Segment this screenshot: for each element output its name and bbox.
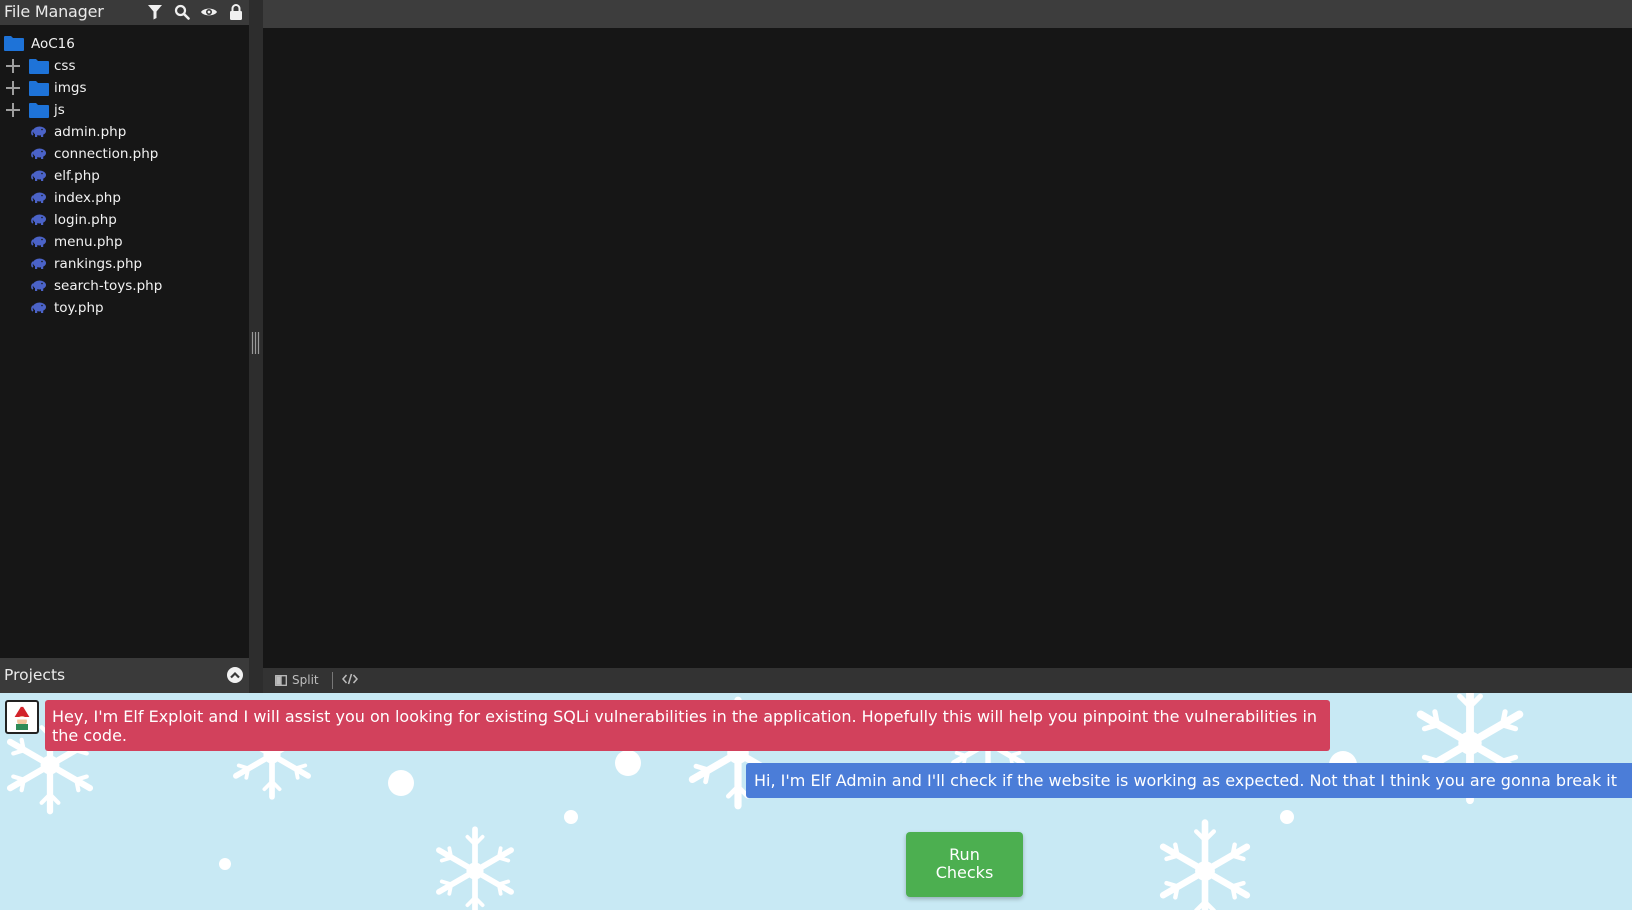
php-icon xyxy=(31,192,46,203)
chevron-up-icon[interactable] xyxy=(227,667,243,683)
php-icon xyxy=(31,170,46,181)
tree-file-label: rankings.php xyxy=(54,256,143,272)
tree-file-label: login.php xyxy=(54,212,117,228)
tree-file-label: admin.php xyxy=(54,124,127,140)
elf-admin-message: Hi, I'm Elf Admin and I'll check if the … xyxy=(746,763,1632,798)
resize-grip-icon[interactable] xyxy=(251,332,260,354)
editor-statusbar: Split xyxy=(263,668,1632,693)
expand-icon[interactable] xyxy=(4,79,22,97)
file-manager-header: File Manager xyxy=(0,0,249,25)
chat-panel: Hey, I'm Elf Exploit and I will assist y… xyxy=(0,693,1632,910)
tree-file-menu[interactable]: menu.php xyxy=(0,231,249,253)
tree-file-connection[interactable]: connection.php xyxy=(0,143,249,165)
php-icon xyxy=(31,236,46,247)
code-editor[interactable] xyxy=(263,28,1632,668)
php-icon xyxy=(31,258,46,269)
tree-file-admin[interactable]: admin.php xyxy=(0,121,249,143)
tree-file-label: toy.php xyxy=(54,300,104,316)
tree-file-rankings[interactable]: rankings.php xyxy=(0,253,249,275)
file-manager-title: File Manager xyxy=(4,2,104,21)
expand-icon[interactable] xyxy=(4,57,22,75)
file-manager-panel: File Manager AoC16 css imgs js admin.php… xyxy=(0,0,249,693)
tree-folder-css[interactable]: css xyxy=(0,55,249,77)
run-checks-label-line2: Checks xyxy=(935,863,994,882)
divider xyxy=(332,672,333,689)
tree-file-label: index.php xyxy=(54,190,121,206)
split-view-button[interactable]: Split xyxy=(275,673,319,687)
tree-root-folder[interactable]: AoC16 xyxy=(0,33,249,55)
editor-tab-bar xyxy=(263,0,1632,28)
tree-folder-imgs[interactable]: imgs xyxy=(0,77,249,99)
folder-icon xyxy=(4,36,24,51)
lock-icon[interactable] xyxy=(227,3,245,21)
projects-title: Projects xyxy=(4,666,66,684)
folder-icon xyxy=(29,59,49,74)
tree-file-login[interactable]: login.php xyxy=(0,209,249,231)
expand-icon[interactable] xyxy=(4,101,22,119)
split-icon xyxy=(275,674,287,686)
tree-folder-label: js xyxy=(54,102,65,118)
run-checks-button[interactable]: Run Checks xyxy=(906,832,1023,897)
projects-panel-header[interactable]: Projects xyxy=(0,658,249,693)
php-icon xyxy=(31,126,46,137)
tree-file-label: elf.php xyxy=(54,168,100,184)
folder-icon xyxy=(29,103,49,118)
tree-folder-js[interactable]: js xyxy=(0,99,249,121)
file-manager-toolbar xyxy=(146,3,245,21)
php-icon xyxy=(31,280,46,291)
php-icon xyxy=(31,214,46,225)
folder-icon xyxy=(29,81,49,96)
tree-file-label: search-toys.php xyxy=(54,278,163,294)
filter-icon[interactable] xyxy=(146,3,164,21)
tree-file-elf[interactable]: elf.php xyxy=(0,165,249,187)
tree-root-label: AoC16 xyxy=(31,36,75,52)
elf-exploit-message: Hey, I'm Elf Exploit and I will assist y… xyxy=(45,700,1330,751)
tree-file-search-toys[interactable]: search-toys.php xyxy=(0,275,249,297)
code-view-icon[interactable] xyxy=(342,673,358,688)
php-icon xyxy=(31,302,46,313)
tree-file-label: connection.php xyxy=(54,146,159,162)
tree-file-index[interactable]: index.php xyxy=(0,187,249,209)
run-checks-label-line1: Run xyxy=(949,845,980,864)
tree-file-toy[interactable]: toy.php xyxy=(0,297,249,319)
php-icon xyxy=(31,148,46,159)
eye-icon[interactable] xyxy=(200,3,218,21)
split-label: Split xyxy=(292,673,319,687)
tree-folder-label: css xyxy=(54,58,76,74)
tree-file-label: menu.php xyxy=(54,234,123,250)
tree-folder-label: imgs xyxy=(54,80,87,96)
elf-avatar xyxy=(5,700,39,734)
search-icon[interactable] xyxy=(173,3,191,21)
